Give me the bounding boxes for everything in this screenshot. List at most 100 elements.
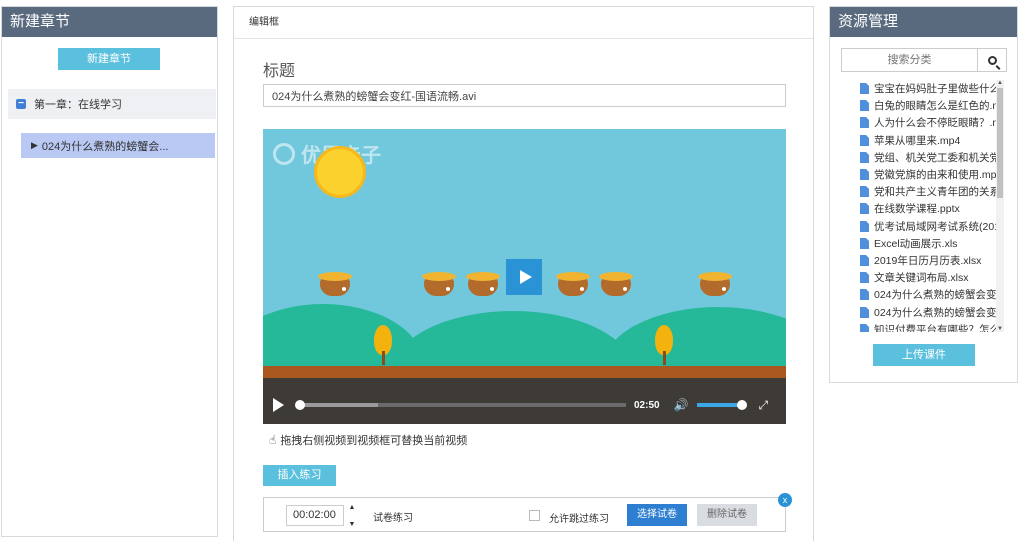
file-item-label: 文章关键词布局.xlsx [874, 272, 969, 285]
file-item[interactable]: Excel动画展示.xls [860, 235, 996, 252]
insert-exercise-button[interactable]: 插入练习 [263, 465, 336, 486]
title-input[interactable] [263, 84, 786, 107]
exercise-time-input[interactable]: 00:02:00 [286, 505, 344, 526]
file-item[interactable]: 宝宝在妈妈肚子里做些什么 [860, 80, 996, 97]
scrollbar[interactable]: ▲ ▼ [996, 80, 1004, 332]
tree-illustration [374, 325, 392, 365]
stepper-down-icon[interactable]: ▼ [349, 521, 356, 528]
section-item-selected[interactable]: ▶ 024为什么煮熟的螃蟹会... [21, 133, 215, 158]
fullscreen-icon[interactable]: ⤢ [759, 398, 769, 413]
exam-exercise-label: 试卷练习 [373, 513, 413, 524]
volume-icon[interactable]: 🔊 [674, 398, 689, 412]
delete-exam-button[interactable]: 删除试卷 [697, 504, 757, 526]
file-item[interactable]: 在线数学课程.pptx [860, 200, 996, 217]
file-icon [860, 237, 869, 249]
file-item-label: 宝宝在妈妈肚子里做些什么 [874, 83, 996, 96]
file-item[interactable]: 党组、机关党工委和机关党委 [860, 149, 996, 166]
file-icon [860, 203, 869, 215]
file-item[interactable]: 知识付费平台有哪些？怎么 [860, 321, 996, 332]
search-icon[interactable] [978, 49, 1006, 71]
search-input[interactable] [842, 49, 978, 71]
stepper-up-icon[interactable]: ▲ [349, 504, 356, 511]
file-icon [860, 151, 869, 163]
chapter-item[interactable]: − 第一章：在线学习 [8, 89, 216, 119]
file-item[interactable]: 优考试局域网考试系统(2019 [860, 218, 996, 235]
collapse-icon[interactable]: − [16, 99, 26, 109]
editor-panel-title: 编辑框 [234, 7, 813, 39]
drag-hint: ☝ 拖拽右侧视频到视频框可替换当前视频 [269, 432, 467, 448]
gold-pot-illustration [422, 272, 456, 296]
file-icon [860, 83, 869, 95]
file-item[interactable]: 白兔的眼睛怎么是红色的.mp4 [860, 97, 996, 114]
allow-skip-checkbox[interactable] [529, 510, 540, 521]
section-item-label: 024为什么煮熟的螃蟹会... [41, 140, 169, 153]
scroll-up-icon[interactable]: ▲ [996, 80, 1004, 86]
scrollbar-thumb[interactable] [997, 88, 1003, 198]
gold-pot-illustration [599, 272, 633, 296]
close-icon[interactable]: x [778, 493, 792, 507]
file-item[interactable]: 党和共产主义青年团的关系 [860, 183, 996, 200]
file-item[interactable]: 024为什么煮熟的螃蟹会变红 [860, 286, 996, 303]
choose-exam-button[interactable]: 选择试卷 [627, 504, 687, 526]
scroll-down-icon[interactable]: ▼ [996, 326, 1004, 332]
file-item[interactable]: 党徽党旗的由来和使用.mp4 [860, 166, 996, 183]
file-icon [860, 306, 869, 318]
file-item-label: 024为什么煮熟的螃蟹会变红 [874, 289, 996, 302]
file-item-label: Excel动画展示.xls [874, 237, 958, 250]
file-item-label: 2019年日历月历表.xlsx [874, 254, 982, 267]
sun-illustration [314, 146, 366, 198]
resource-panel: 资源管理 宝宝在妈妈肚子里做些什么白兔的眼睛怎么是红色的.mp4 人为什么会不停眨… [829, 6, 1018, 383]
file-item[interactable]: 文章关键词布局.xlsx [860, 269, 996, 286]
file-item-label: 在线数学课程.pptx [874, 203, 960, 216]
chapter-panel-title: 新建章节 [2, 7, 217, 37]
video-controls: 02:50 🔊 ⤢ [263, 386, 786, 424]
file-item[interactable]: 苹果从哪里来.mp4 [860, 132, 996, 149]
duration-time: 02:50 [634, 399, 660, 411]
file-item-label: 白兔的眼睛怎么是红色的.mp4 [874, 100, 996, 113]
file-icon [860, 220, 869, 232]
file-item[interactable]: 024为什么煮熟的螃蟹会变红 [860, 303, 996, 320]
big-play-button[interactable] [506, 259, 542, 295]
file-icon [860, 323, 869, 332]
file-item-label: 优考试局域网考试系统(2019 [874, 220, 996, 233]
gold-pot-illustration [318, 272, 352, 296]
volume-slider[interactable] [696, 400, 747, 410]
file-icon [860, 289, 869, 301]
upload-courseware-button[interactable]: 上传课件 [873, 344, 975, 366]
time-stepper[interactable]: ▲ ▼ [346, 504, 358, 528]
tree-illustration [655, 325, 673, 365]
file-item[interactable]: 人为什么会不停眨眼睛？.mp4 [860, 114, 996, 131]
video-player[interactable]: 优果亲子 02:50 🔊 ⤢ [263, 129, 786, 424]
allow-skip-label: 允许跳过练习 [549, 514, 609, 525]
search-box [841, 48, 1007, 72]
buffered-bar [298, 403, 378, 407]
file-icon [860, 169, 869, 181]
progress-bar[interactable] [295, 400, 626, 410]
gold-pot-illustration [698, 272, 732, 296]
file-icon [860, 134, 869, 146]
chapter-panel: 新建章节 新建章节 − 第一章：在线学习 ▶ 024为什么煮熟的螃蟹会... [1, 6, 218, 537]
hand-pointer-icon: ☝ [269, 433, 277, 447]
gold-pot-illustration [466, 272, 500, 296]
file-item-label: 苹果从哪里来.mp4 [874, 134, 961, 147]
ground-illustration [263, 366, 786, 378]
file-item[interactable]: 2019年日历月历表.xlsx [860, 252, 996, 269]
file-item-label: 党组、机关党工委和机关党委 [874, 151, 996, 164]
file-item-label: 党和共产主义青年团的关系 [874, 186, 996, 199]
new-chapter-button[interactable]: 新建章节 [58, 48, 160, 70]
file-item-label: 人为什么会不停眨眼睛？.mp4 [874, 117, 996, 130]
file-icon [860, 254, 869, 266]
volume-handle[interactable] [736, 400, 747, 410]
title-label: 标题 [263, 63, 296, 80]
file-icon [860, 117, 869, 129]
progress-handle[interactable] [295, 400, 305, 410]
play-control-icon[interactable] [273, 398, 284, 412]
file-icon [860, 100, 869, 112]
chapter-item-label: 第一章：在线学习 [34, 99, 122, 111]
gold-pot-illustration [556, 272, 590, 296]
editor-panel: 编辑框 标题 优果亲子 02:50 [233, 6, 814, 541]
resource-panel-title: 资源管理 [830, 7, 1017, 37]
file-item-label: 党徽党旗的由来和使用.mp4 [874, 169, 996, 182]
file-icon [860, 272, 869, 284]
file-item-label: 024为什么煮熟的螃蟹会变红 [874, 306, 996, 319]
